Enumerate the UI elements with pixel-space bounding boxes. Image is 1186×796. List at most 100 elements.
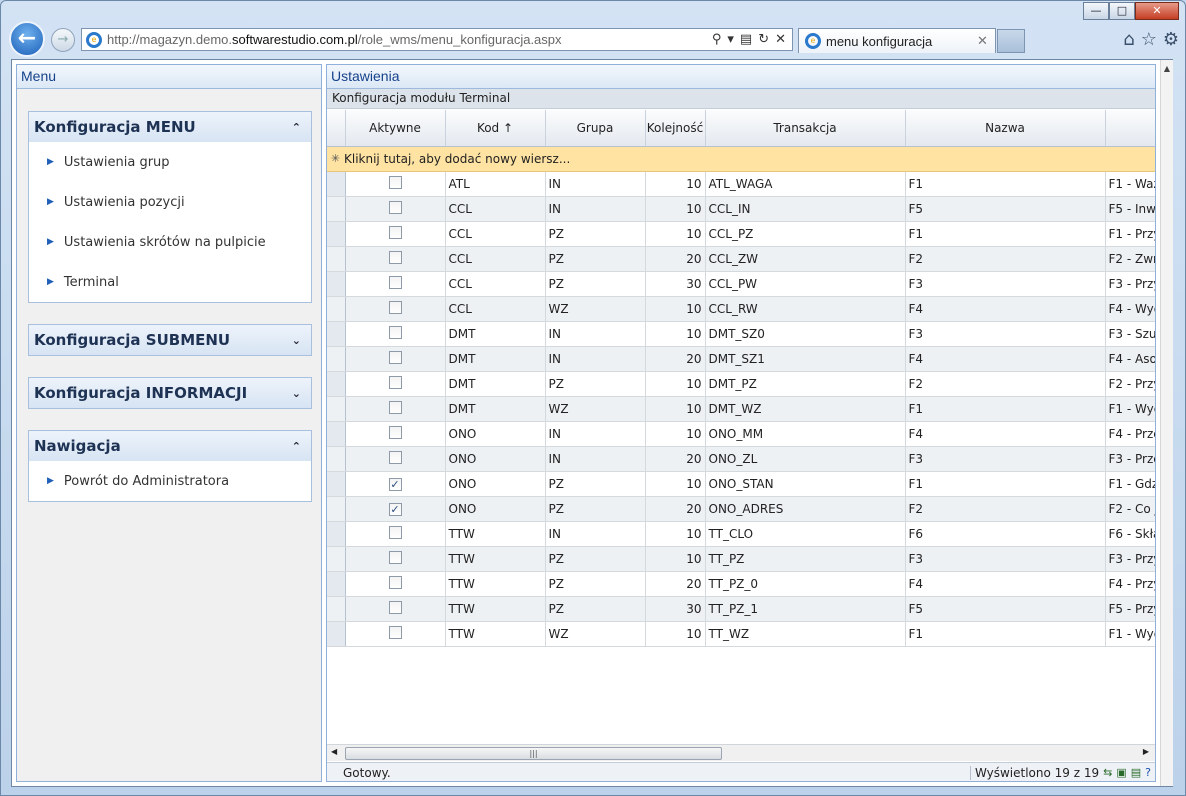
expand-icon[interactable]: ⌄ [292,387,301,400]
grupa-cell[interactable]: PZ [545,371,646,397]
active-checkbox[interactable] [388,351,402,364]
refresh-icon[interactable]: ⇆ [1103,766,1112,779]
kolejnosc-cell[interactable]: 30 [645,271,706,297]
active-cell[interactable]: ✓ [345,496,446,522]
kolejnosc-cell[interactable]: 20 [645,496,706,522]
row-indicator[interactable] [327,546,346,572]
transakcja-cell[interactable]: CCL_PW [705,271,906,297]
nazwa-cell[interactable]: F4 [905,571,1106,597]
row-indicator[interactable] [327,446,346,472]
star-icon[interactable]: ☆ [1141,29,1157,50]
address-bar[interactable]: e http://magazyn.demo.softwarestudio.com… [81,28,793,51]
maximize-button[interactable]: □ [1109,2,1135,20]
transakcja-cell[interactable]: CCL_IN [705,196,906,222]
home-icon[interactable]: ⌂ [1123,29,1134,50]
row-indicator[interactable] [327,621,346,647]
kod-cell[interactable]: CCL [445,296,546,322]
active-checkbox[interactable] [388,326,402,339]
table-row[interactable]: CCLWZ10CCL_RWF4F4 - Wyd [327,296,1155,322]
nazwa-cell[interactable]: F4 [905,296,1106,322]
nazwa-cell[interactable]: F2 [905,496,1106,522]
refresh-icon[interactable]: ↻ [758,32,769,47]
collapse-icon[interactable]: ⌃ [292,121,301,134]
nazwa-cell[interactable]: F1 [905,171,1106,197]
stop-icon[interactable]: ✕ [775,32,786,47]
nazwa-cell[interactable]: F6 [905,521,1106,547]
active-cell[interactable]: ✓ [345,471,446,497]
vertical-scrollbar[interactable]: ▲ [1160,60,1173,786]
kod-cell[interactable]: CCL [445,196,546,222]
description-cell[interactable]: F3 - Szu [1105,321,1155,347]
row-indicator[interactable] [327,596,346,622]
column-header-grupa[interactable]: Grupa [545,110,646,147]
forward-arrow-icon[interactable]: → [51,28,75,52]
close-tab-icon[interactable]: ✕ [977,33,995,49]
grupa-cell[interactable]: IN [545,421,646,447]
transakcja-cell[interactable]: TT_CLO [705,521,906,547]
minimize-button[interactable]: — [1083,2,1109,20]
table-row[interactable]: TTWPZ20TT_PZ_0F4F4 - Przy [327,571,1155,597]
scroll-right-icon[interactable]: ▶ [1143,747,1149,756]
grupa-cell[interactable]: IN [545,196,646,222]
row-indicator[interactable] [327,371,346,397]
row-indicator[interactable] [327,296,346,322]
grupa-cell[interactable]: PZ [545,571,646,597]
row-indicator[interactable] [327,221,346,247]
row-indicator[interactable] [327,321,346,347]
nazwa-cell[interactable]: F5 [905,196,1106,222]
transakcja-cell[interactable]: TT_WZ [705,621,906,647]
transakcja-cell[interactable]: TT_PZ_1 [705,596,906,622]
nazwa-cell[interactable]: F1 [905,621,1106,647]
nazwa-cell[interactable]: F4 [905,346,1106,372]
scroll-up-icon[interactable]: ▲ [1161,64,1173,73]
collapse-icon[interactable]: ⌃ [292,440,301,453]
nazwa-cell[interactable]: F4 [905,421,1106,447]
nazwa-cell[interactable]: F3 [905,271,1106,297]
active-checkbox[interactable] [388,175,402,189]
transakcja-cell[interactable]: DMT_SZ0 [705,321,906,347]
row-indicator[interactable] [327,271,346,297]
table-row[interactable]: CCL PZ 20 CCL_ZW F2 F2 - Zwr [327,246,1155,272]
table-row[interactable]: ONOIN10ONO_MMF4F4 - Prze [327,421,1155,447]
description-cell[interactable]: F3 - Przy [1105,546,1155,572]
description-cell[interactable]: F1 - Przy [1105,221,1155,247]
kolejnosc-cell[interactable]: 10 [645,396,706,422]
active-cell[interactable] [345,171,446,197]
kolejnosc-cell[interactable]: 20 [645,446,706,472]
kolejnosc-cell[interactable]: 10 [645,221,706,247]
description-cell[interactable]: F4 - Wyd [1105,296,1155,322]
active-cell[interactable] [345,246,446,272]
nazwa-cell[interactable]: F2 [905,371,1106,397]
kod-cell[interactable]: TTW [445,546,546,572]
active-checkbox[interactable] [388,576,402,589]
kolejnosc-cell[interactable]: 10 [645,471,706,497]
back-arrow-icon[interactable]: ← [9,21,45,57]
active-checkbox[interactable] [388,426,402,439]
active-cell[interactable] [345,546,446,572]
active-checkbox[interactable] [388,201,402,214]
nazwa-cell[interactable]: F3 [905,546,1106,572]
row-indicator[interactable] [327,346,346,372]
search-icon[interactable]: ⚲ [712,32,722,47]
description-cell[interactable]: F1 - Waż [1105,171,1155,197]
kolejnosc-cell[interactable]: 20 [645,571,706,597]
grupa-cell[interactable]: PZ [545,471,646,497]
table-row[interactable]: CCL IN 10 CCL_IN F5 F5 - Inw [327,196,1155,222]
description-cell[interactable]: F2 - Zwr [1105,246,1155,272]
kolejnosc-cell[interactable]: 10 [645,321,706,347]
active-checkbox[interactable] [388,226,402,239]
table-row[interactable]: ONOIN20ONO_ZLF3F3 - Prze [327,446,1155,472]
table-row[interactable]: DMT IN 10 DMT_SZ0 F3 F3 - Szu [327,321,1155,347]
active-cell[interactable] [345,296,446,322]
active-cell[interactable] [345,521,446,547]
active-checkbox[interactable] [388,301,402,314]
column-header-nazwa[interactable]: Nazwa [905,110,1106,147]
close-window-button[interactable]: ✕ [1135,2,1179,20]
column-header-transakcja[interactable]: Transakcja [705,110,906,147]
table-row[interactable]: TTWWZ10TT_WZF1F1 - Wyd [327,621,1155,647]
kod-cell[interactable]: ONO [445,471,546,497]
table-row[interactable]: ✓ ONO PZ 10 ONO_STAN F1 F1 - Gdz [327,471,1155,497]
active-checkbox[interactable]: ✓ [388,503,402,516]
column-header-kolejnosc[interactable]: Kolejność [645,110,706,147]
menu-item-ustawienia-skrotow[interactable]: ▶ Ustawienia skrótów na pulpicie [29,222,311,262]
